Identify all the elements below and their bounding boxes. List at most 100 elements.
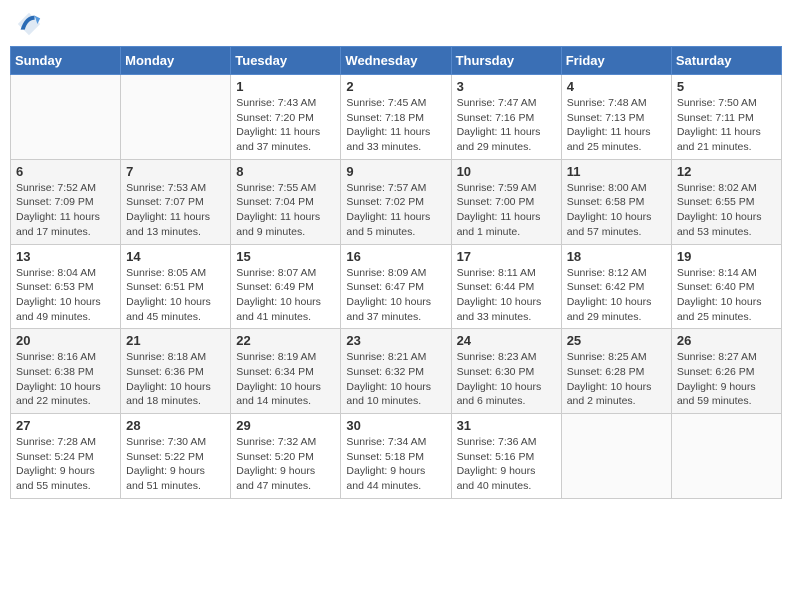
calendar-cell: 7 Sunrise: 7:53 AM Sunset: 7:07 PM Daylig… (121, 159, 231, 244)
day-number: 6 (16, 164, 115, 179)
day-number: 19 (677, 249, 776, 264)
calendar-cell: 27 Sunrise: 7:28 AM Sunset: 5:24 PM Dayli… (11, 414, 121, 499)
calendar-week: 13 Sunrise: 8:04 AM Sunset: 6:53 PM Dayli… (11, 244, 782, 329)
calendar-cell: 1Sunrise: 7:43 AM Sunset: 7:20 PM Daylig… (231, 75, 341, 160)
day-number: 20 (16, 333, 115, 348)
weekday-header: Sunday (11, 47, 121, 75)
day-info: Sunrise: 7:55 AM Sunset: 7:04 PM Dayligh… (236, 181, 335, 240)
day-number: 12 (677, 164, 776, 179)
day-info: Sunrise: 7:30 AM Sunset: 5:22 PM Dayligh… (126, 435, 225, 494)
day-info: Sunrise: 8:11 AM Sunset: 6:44 PM Dayligh… (457, 266, 556, 325)
calendar-cell: 30 Sunrise: 7:34 AM Sunset: 5:18 PM Dayli… (341, 414, 451, 499)
day-number: 15 (236, 249, 335, 264)
day-info: Sunrise: 7:59 AM Sunset: 7:00 PM Dayligh… (457, 181, 556, 240)
day-info: Sunrise: 7:57 AM Sunset: 7:02 PM Dayligh… (346, 181, 445, 240)
day-info: Sunrise: 8:18 AM Sunset: 6:36 PM Dayligh… (126, 350, 225, 409)
weekday-header: Thursday (451, 47, 561, 75)
calendar-cell: 13 Sunrise: 8:04 AM Sunset: 6:53 PM Dayli… (11, 244, 121, 329)
day-number: 16 (346, 249, 445, 264)
day-info: Sunrise: 7:36 AM Sunset: 5:16 PM Dayligh… (457, 435, 556, 494)
calendar-cell: 26 Sunrise: 8:27 AM Sunset: 6:26 PM Dayli… (671, 329, 781, 414)
day-info: Sunrise: 7:48 AM Sunset: 7:13 PM Dayligh… (567, 96, 666, 155)
day-number: 27 (16, 418, 115, 433)
calendar-cell: 9 Sunrise: 7:57 AM Sunset: 7:02 PM Daylig… (341, 159, 451, 244)
calendar-week: 1Sunrise: 7:43 AM Sunset: 7:20 PM Daylig… (11, 75, 782, 160)
calendar-cell: 25 Sunrise: 8:25 AM Sunset: 6:28 PM Dayli… (561, 329, 671, 414)
day-number: 9 (346, 164, 445, 179)
day-number: 24 (457, 333, 556, 348)
calendar-body: 1Sunrise: 7:43 AM Sunset: 7:20 PM Daylig… (11, 75, 782, 499)
logo-icon (15, 10, 43, 38)
weekday-row: SundayMondayTuesdayWednesdayThursdayFrid… (11, 47, 782, 75)
calendar: SundayMondayTuesdayWednesdayThursdayFrid… (10, 46, 782, 499)
calendar-week: 27 Sunrise: 7:28 AM Sunset: 5:24 PM Dayli… (11, 414, 782, 499)
day-number: 18 (567, 249, 666, 264)
calendar-header: SundayMondayTuesdayWednesdayThursdayFrid… (11, 47, 782, 75)
day-info: Sunrise: 7:52 AM Sunset: 7:09 PM Dayligh… (16, 181, 115, 240)
day-number: 7 (126, 164, 225, 179)
calendar-cell: 23 Sunrise: 8:21 AM Sunset: 6:32 PM Dayli… (341, 329, 451, 414)
day-info: Sunrise: 8:25 AM Sunset: 6:28 PM Dayligh… (567, 350, 666, 409)
day-info: Sunrise: 7:28 AM Sunset: 5:24 PM Dayligh… (16, 435, 115, 494)
day-info: Sunrise: 7:45 AM Sunset: 7:18 PM Dayligh… (346, 96, 445, 155)
day-number: 13 (16, 249, 115, 264)
day-number: 31 (457, 418, 556, 433)
calendar-cell (11, 75, 121, 160)
day-info: Sunrise: 7:32 AM Sunset: 5:20 PM Dayligh… (236, 435, 335, 494)
calendar-cell: 18Sunrise: 8:12 AM Sunset: 6:42 PM Dayli… (561, 244, 671, 329)
day-number: 28 (126, 418, 225, 433)
calendar-cell: 15 Sunrise: 8:07 AM Sunset: 6:49 PM Dayli… (231, 244, 341, 329)
weekday-header: Wednesday (341, 47, 451, 75)
calendar-cell: 10 Sunrise: 7:59 AM Sunset: 7:00 PM Dayli… (451, 159, 561, 244)
page-header (10, 10, 782, 38)
day-info: Sunrise: 8:14 AM Sunset: 6:40 PM Dayligh… (677, 266, 776, 325)
calendar-cell: 12Sunrise: 8:02 AM Sunset: 6:55 PM Dayli… (671, 159, 781, 244)
day-info: Sunrise: 7:50 AM Sunset: 7:11 PM Dayligh… (677, 96, 776, 155)
day-number: 5 (677, 79, 776, 94)
calendar-cell: 6 Sunrise: 7:52 AM Sunset: 7:09 PM Daylig… (11, 159, 121, 244)
day-number: 3 (457, 79, 556, 94)
day-number: 17 (457, 249, 556, 264)
day-number: 23 (346, 333, 445, 348)
calendar-cell: 22 Sunrise: 8:19 AM Sunset: 6:34 PM Dayli… (231, 329, 341, 414)
day-number: 21 (126, 333, 225, 348)
day-info: Sunrise: 8:04 AM Sunset: 6:53 PM Dayligh… (16, 266, 115, 325)
calendar-cell: 28 Sunrise: 7:30 AM Sunset: 5:22 PM Dayli… (121, 414, 231, 499)
calendar-cell (561, 414, 671, 499)
calendar-cell: 20Sunrise: 8:16 AM Sunset: 6:38 PM Dayli… (11, 329, 121, 414)
weekday-header: Tuesday (231, 47, 341, 75)
calendar-cell (671, 414, 781, 499)
weekday-header: Saturday (671, 47, 781, 75)
weekday-header: Monday (121, 47, 231, 75)
day-info: Sunrise: 8:23 AM Sunset: 6:30 PM Dayligh… (457, 350, 556, 409)
calendar-cell: 2 Sunrise: 7:45 AM Sunset: 7:18 PM Daylig… (341, 75, 451, 160)
day-info: Sunrise: 8:07 AM Sunset: 6:49 PM Dayligh… (236, 266, 335, 325)
calendar-cell: 19 Sunrise: 8:14 AM Sunset: 6:40 PM Dayli… (671, 244, 781, 329)
calendar-cell: 16 Sunrise: 8:09 AM Sunset: 6:47 PM Dayli… (341, 244, 451, 329)
calendar-cell: 24 Sunrise: 8:23 AM Sunset: 6:30 PM Dayli… (451, 329, 561, 414)
day-info: Sunrise: 7:47 AM Sunset: 7:16 PM Dayligh… (457, 96, 556, 155)
day-info: Sunrise: 7:34 AM Sunset: 5:18 PM Dayligh… (346, 435, 445, 494)
day-number: 26 (677, 333, 776, 348)
day-number: 8 (236, 164, 335, 179)
day-number: 30 (346, 418, 445, 433)
day-number: 10 (457, 164, 556, 179)
day-info: Sunrise: 8:09 AM Sunset: 6:47 PM Dayligh… (346, 266, 445, 325)
day-info: Sunrise: 8:05 AM Sunset: 6:51 PM Dayligh… (126, 266, 225, 325)
day-number: 25 (567, 333, 666, 348)
day-number: 2 (346, 79, 445, 94)
day-info: Sunrise: 8:27 AM Sunset: 6:26 PM Dayligh… (677, 350, 776, 409)
day-number: 22 (236, 333, 335, 348)
weekday-header: Friday (561, 47, 671, 75)
calendar-cell: 8 Sunrise: 7:55 AM Sunset: 7:04 PM Daylig… (231, 159, 341, 244)
day-info: Sunrise: 8:00 AM Sunset: 6:58 PM Dayligh… (567, 181, 666, 240)
day-info: Sunrise: 7:53 AM Sunset: 7:07 PM Dayligh… (126, 181, 225, 240)
day-number: 11 (567, 164, 666, 179)
calendar-cell: 29Sunrise: 7:32 AM Sunset: 5:20 PM Dayli… (231, 414, 341, 499)
calendar-cell (121, 75, 231, 160)
day-info: Sunrise: 8:19 AM Sunset: 6:34 PM Dayligh… (236, 350, 335, 409)
day-info: Sunrise: 8:21 AM Sunset: 6:32 PM Dayligh… (346, 350, 445, 409)
calendar-cell: 4Sunrise: 7:48 AM Sunset: 7:13 PM Daylig… (561, 75, 671, 160)
calendar-cell: 3 Sunrise: 7:47 AM Sunset: 7:16 PM Daylig… (451, 75, 561, 160)
day-info: Sunrise: 7:43 AM Sunset: 7:20 PM Dayligh… (236, 96, 335, 155)
